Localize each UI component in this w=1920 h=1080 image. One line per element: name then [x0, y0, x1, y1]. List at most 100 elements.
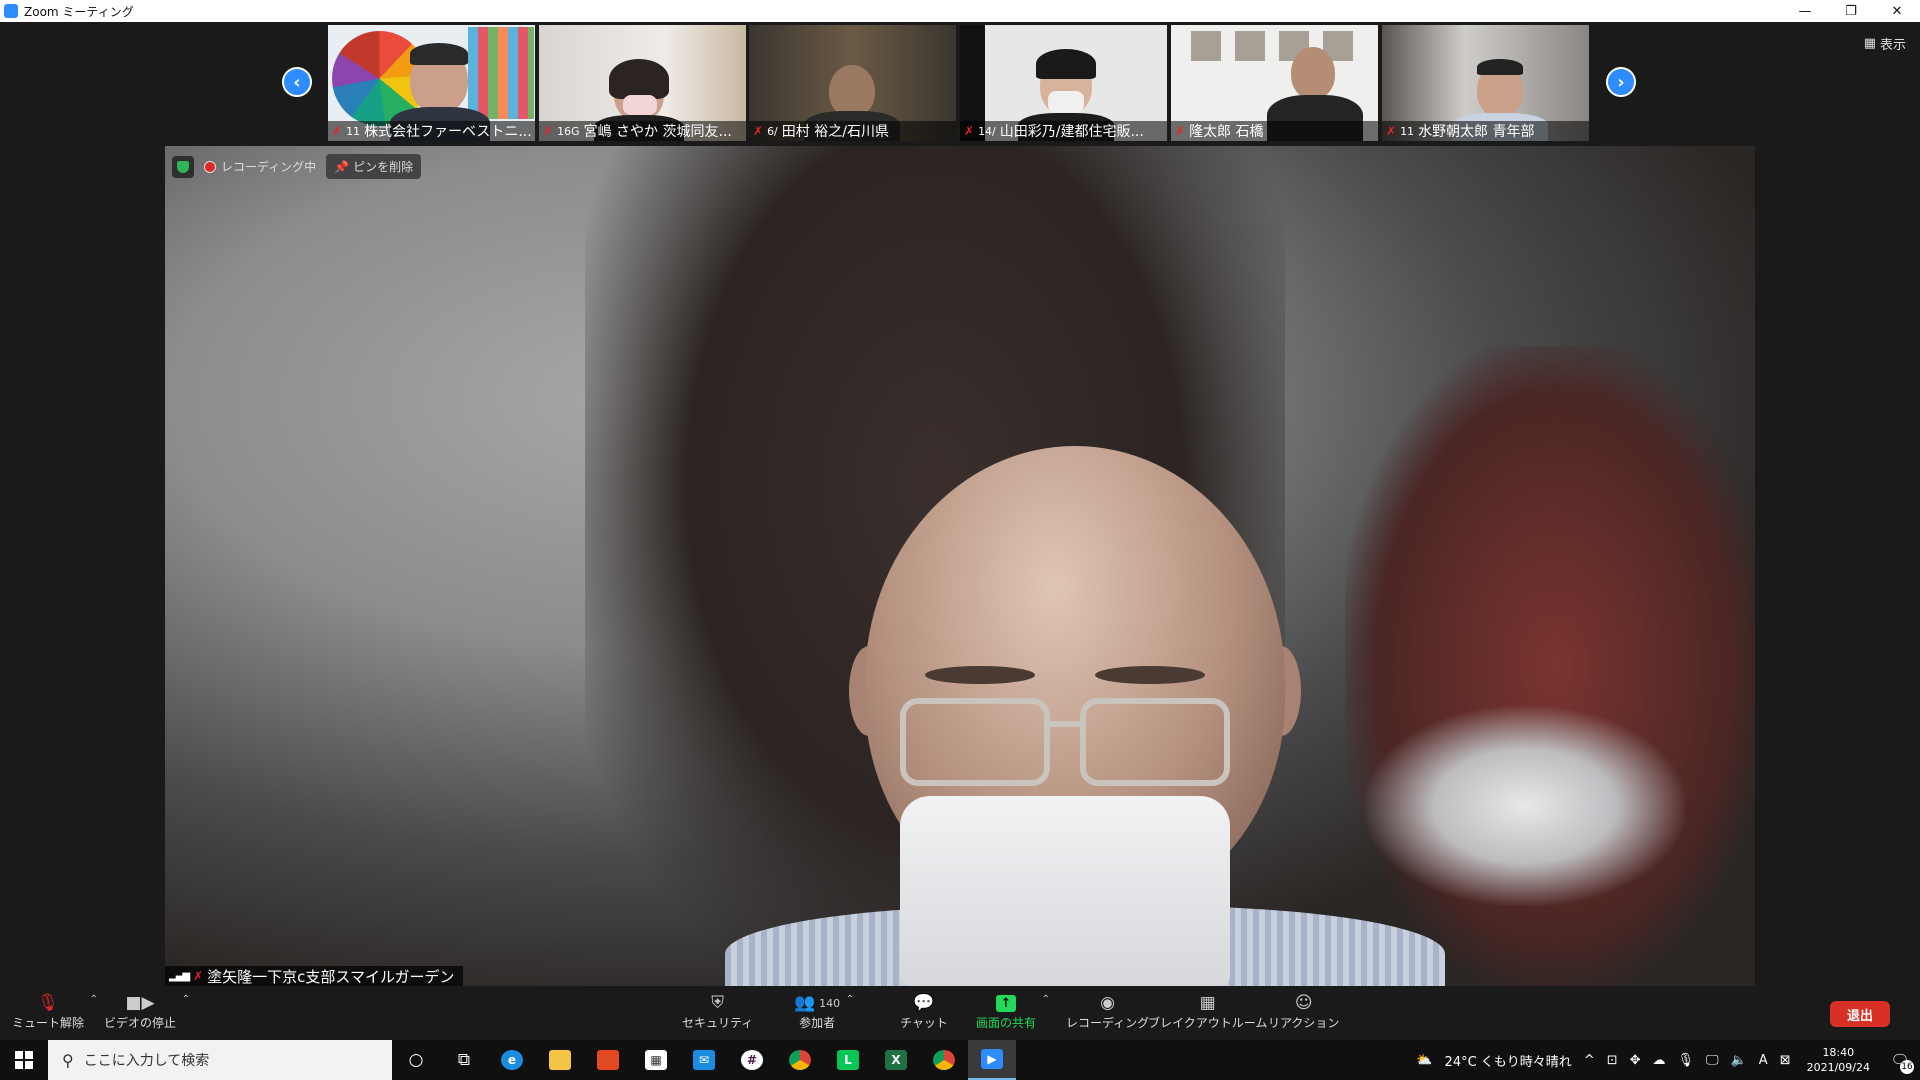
participants-count: 140 [819, 996, 841, 1010]
muted-mic-icon: ✗ [753, 124, 764, 138]
participant-name-label: ✗ 16G 宮嶋 さやか 茨城同友... [539, 121, 746, 141]
taskbar-search-box[interactable]: ⚲ ここに入力して検索 [48, 1040, 392, 1080]
start-button[interactable] [0, 1040, 48, 1080]
recording-button[interactable]: ◉ レコーディング [1066, 992, 1149, 1031]
meet-now-icon[interactable]: ⊡ [1607, 1053, 1618, 1068]
participant-name-label: ✗ 11 水野朝太郎 青年部 [1382, 121, 1589, 141]
excel-icon[interactable]: X [872, 1040, 920, 1080]
main-speaker-video [165, 146, 1755, 986]
gallery-prev-button[interactable]: ‹ [282, 67, 312, 97]
chevron-left-icon: ‹ [293, 71, 301, 93]
muted-mic-icon: ✗ [1175, 124, 1186, 138]
onedrive-icon[interactable]: ☁ [1653, 1053, 1666, 1068]
muted-mic-icon: ✗ [964, 124, 975, 138]
recording-indicator: レコーディング中 [204, 158, 316, 175]
signal-bars-icon: ▂▄▆ [169, 970, 190, 982]
encryption-shield-icon[interactable] [172, 155, 194, 178]
gallery-next-button[interactable]: › [1606, 67, 1636, 97]
minimize-button[interactable]: — [1782, 0, 1828, 22]
file-explorer-icon[interactable] [536, 1040, 584, 1080]
recording-dot-icon [204, 160, 216, 173]
dropbox-icon[interactable]: ✥ [1630, 1053, 1641, 1068]
participants-icon: 👥 [794, 993, 816, 1013]
line-app-icon[interactable]: L [824, 1040, 872, 1080]
participant-thumbnail[interactable]: ✗ 隆太郎 石橋 [1171, 25, 1378, 141]
speaker-glasses [900, 698, 1050, 786]
volume-icon[interactable]: 🔈 [1731, 1053, 1747, 1068]
participant-thumbnail[interactable]: ✗ 6/ 田村 裕之/石川県 [749, 25, 956, 141]
participant-thumbnail[interactable]: ✗ 11 水野朝太郎 青年部 [1382, 25, 1589, 141]
muted-microphone-icon: 🎙 [37, 993, 59, 1013]
shield-icon: ⛨ [711, 993, 725, 1013]
ime-indicator[interactable]: A [1759, 1053, 1768, 1068]
video-camera-icon: ■▶ [125, 993, 155, 1013]
chevron-up-icon[interactable]: ^ [1584, 1053, 1595, 1068]
close-window-button[interactable]: ✕ [1874, 0, 1920, 22]
chat-bubble-icon: 💬 [913, 993, 935, 1013]
chevron-up-icon[interactable]: ⌃ [846, 994, 854, 1005]
sdgs-icons-graphic [468, 27, 534, 119]
unmute-button[interactable]: 🎙 ミュート解除 ⌃ [12, 992, 98, 1031]
stop-video-button[interactable]: ■▶ ビデオの停止 ⌃ [104, 992, 190, 1031]
participant-thumbnail[interactable]: ✗ 11 株式会社ファーベストニ... [328, 25, 535, 141]
grid-icon: ▦ [1863, 36, 1876, 51]
participant-face [1291, 47, 1335, 99]
slack-icon[interactable]: # [728, 1040, 776, 1080]
window-title: Zoom ミーティング [24, 4, 134, 19]
chevron-right-icon: › [1617, 71, 1625, 93]
pin-icon: 📌 [334, 159, 350, 174]
share-screen-button[interactable]: ↑ 画面の共有 ⌃ [976, 992, 1050, 1031]
participant-thumbnail[interactable]: ✗ 14/ 山田彩乃/建都住宅販... [960, 25, 1167, 141]
leave-meeting-button[interactable]: 退出 [1830, 1001, 1890, 1027]
zoom-taskbar-icon[interactable]: ▶ [968, 1040, 1016, 1080]
network-icon[interactable]: 🖵 [1706, 1053, 1719, 1068]
background-art [1191, 31, 1361, 61]
microsoft-store-icon[interactable]: ▦ [632, 1040, 680, 1080]
edge-browser-icon[interactable]: e [488, 1040, 536, 1080]
muted-mic-icon: ✗ [1386, 124, 1397, 138]
record-icon: ◉ [1100, 993, 1115, 1013]
weather-icon[interactable]: ⛅ [1416, 1053, 1432, 1068]
view-button[interactable]: ▦ 表示 [1864, 34, 1906, 53]
office-icon[interactable] [584, 1040, 632, 1080]
chevron-up-icon[interactable]: ⌃ [182, 994, 190, 1005]
cortana-icon[interactable]: ○ [392, 1040, 440, 1080]
unpin-button[interactable]: 📌 ピンを削除 [326, 154, 422, 179]
muted-mic-icon: ✗ [332, 124, 343, 138]
muted-mic-icon: ✗ [193, 969, 204, 983]
chevron-up-icon[interactable]: ⌃ [90, 994, 98, 1005]
microphone-tray-icon[interactable]: 🎙 [1678, 1053, 1695, 1068]
task-view-icon[interactable]: ⧉ [440, 1040, 488, 1080]
meeting-controls: 🎙 ミュート解除 ⌃ ■▶ ビデオの停止 ⌃ ⛨ セキュリティ 👥 140 参加者… [0, 986, 1920, 1040]
gallery-strip: ‹ ✗ 11 株式会社ファーベストニ... ✗ 16G 宮嶋 さやか 茨城同友.… [0, 22, 1920, 144]
participant-name-label: ✗ 隆太郎 石橋 [1171, 121, 1378, 141]
restore-button[interactable]: ❐ [1828, 0, 1874, 22]
participant-name-label: ✗ 6/ 田村 裕之/石川県 [749, 121, 956, 141]
participant-thumbnail[interactable]: ✗ 16G 宮嶋 さやか 茨城同友... [539, 25, 746, 141]
reaction-smiley-icon: ☺ [1294, 993, 1313, 1013]
system-tray: ⛅ 24°C くもり時々晴れ ^ ⊡ ✥ ☁ 🎙 🖵 🔈 A ⊠ 18:40 2… [1410, 1040, 1920, 1080]
window-titlebar: Zoom ミーティング — ❐ ✕ [0, 0, 1920, 22]
chrome-profile-icon[interactable] [920, 1040, 968, 1080]
meeting-status-bar: レコーディング中 📌 ピンを削除 [172, 154, 422, 179]
participant-face [829, 65, 875, 117]
reactions-button[interactable]: ☺ リアクション [1268, 992, 1339, 1031]
chrome-icon[interactable] [776, 1040, 824, 1080]
speaker-name-label: ▂▄▆ ✗ 塗矢隆一下京c支部スマイルガーデン [165, 966, 463, 986]
participant-name-label: ✗ 11 株式会社ファーベストニ... [328, 121, 535, 141]
chevron-up-icon[interactable]: ⌃ [1042, 994, 1050, 1005]
speaker-mask [900, 796, 1230, 986]
weather-text[interactable]: 24°C くもり時々晴れ [1445, 1051, 1572, 1070]
participant-name-label: ✗ 14/ 山田彩乃/建都住宅販... [960, 121, 1167, 141]
search-icon: ⚲ [62, 1050, 74, 1070]
notification-center-button[interactable]: 🗨 16 [1880, 1040, 1920, 1080]
windows-logo-icon [15, 1051, 33, 1069]
breakout-rooms-button[interactable]: ▦ ブレイクアウトルーム [1148, 992, 1267, 1031]
input-mode-icon[interactable]: ⊠ [1780, 1053, 1791, 1068]
mail-icon[interactable]: ✉ [680, 1040, 728, 1080]
participants-button[interactable]: 👥 140 参加者 ⌃ [794, 992, 854, 1031]
taskbar-clock[interactable]: 18:40 2021/09/24 [1807, 1045, 1870, 1075]
breakout-rooms-icon: ▦ [1199, 993, 1216, 1013]
chat-button[interactable]: 💬 チャット [900, 992, 948, 1031]
security-button[interactable]: ⛨ セキュリティ [682, 992, 753, 1031]
